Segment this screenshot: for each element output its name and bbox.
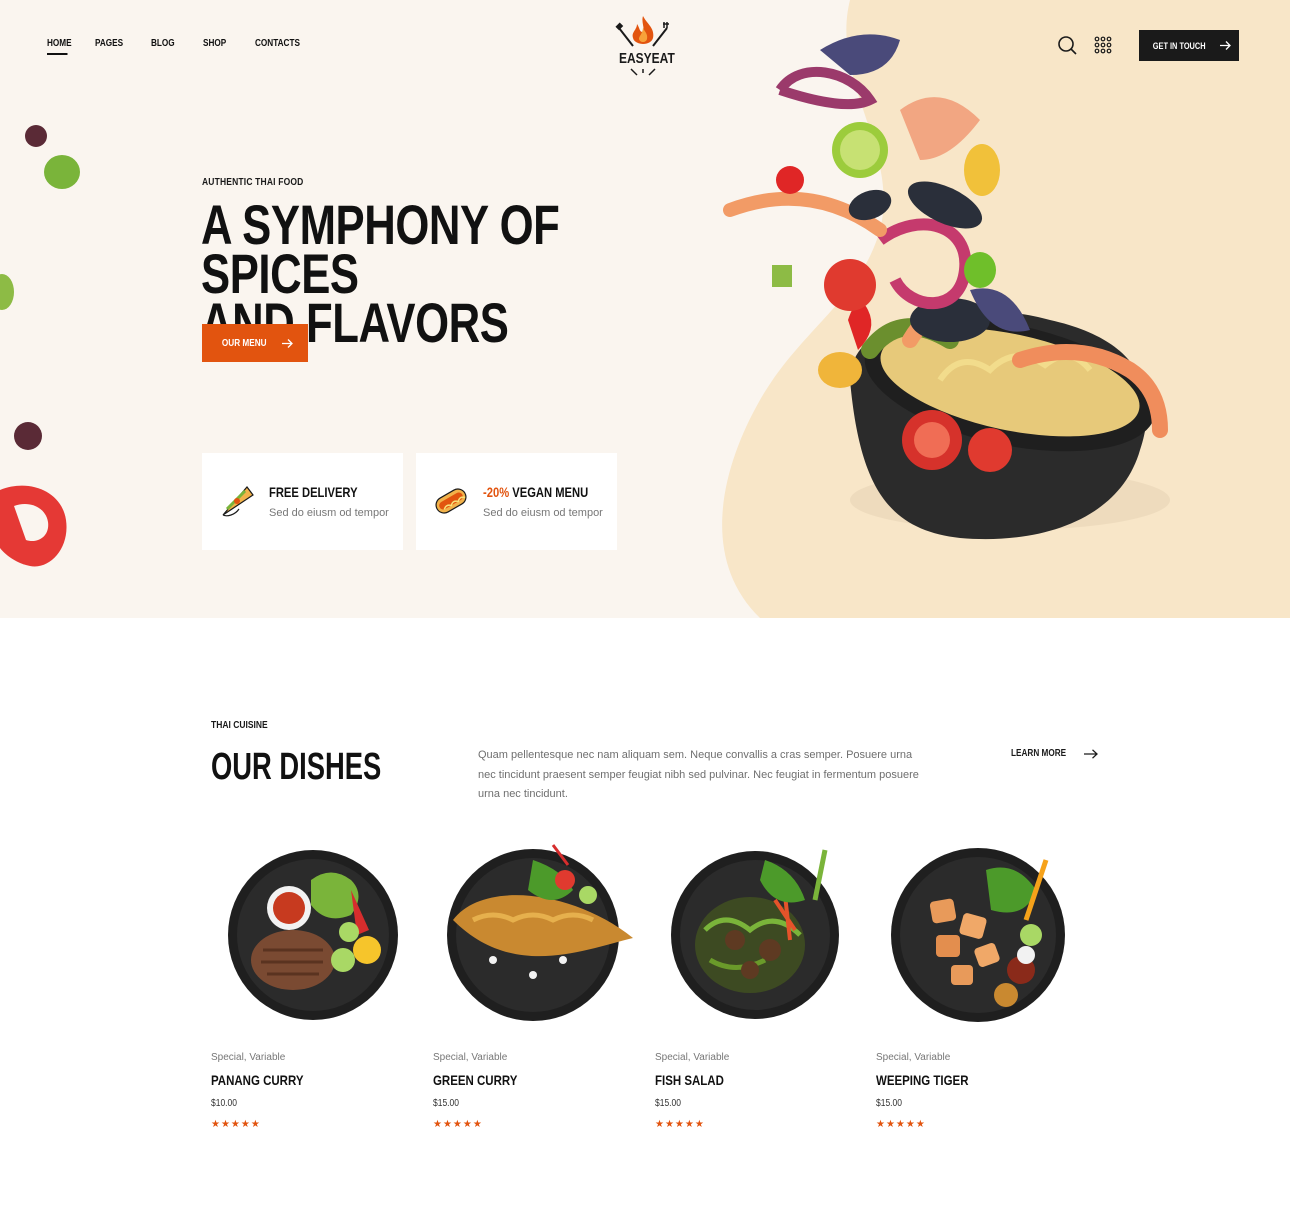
feature-card-vegan: -20% VEGAN MENU Sed do eiusm od tempor	[416, 453, 617, 550]
rating-stars: ★★★★★	[211, 1119, 261, 1130]
dish-category: Special, Variable	[655, 1052, 730, 1063]
hotdog-icon	[435, 488, 467, 514]
section-description: Quam pellentesque nec nam aliquam sem. N…	[478, 749, 919, 800]
brand-name: EASYEAT	[619, 50, 675, 67]
section-title: OUR DISHES	[211, 746, 382, 788]
get-in-touch-button[interactable]: GET IN TOUCH	[1139, 30, 1239, 61]
nav-item-pages[interactable]: PAGES	[95, 38, 123, 49]
dish-price: $15.00	[876, 1098, 903, 1109]
dish-category: Special, Variable	[211, 1052, 286, 1063]
hero-section: HOME PAGES BLOG SHOP CONTACTS EASYEAT GE…	[0, 0, 1290, 618]
dish-image	[447, 844, 633, 1021]
feature-title: FREE DELIVERY	[269, 484, 358, 500]
grid-dots-icon[interactable]	[1093, 35, 1113, 55]
flame-logo-icon	[615, 16, 669, 47]
dish-name[interactable]: FISH SALAD	[655, 1072, 724, 1088]
main-nav: HOME PAGES BLOG SHOP CONTACTS	[47, 38, 309, 55]
our-menu-label: OUR MENU	[222, 337, 267, 349]
learn-more-link[interactable]: LEARN MORE	[1011, 748, 1099, 759]
dish-name[interactable]: GREEN CURRY	[433, 1072, 517, 1088]
feature-title-text: VEGAN MENU	[512, 484, 589, 500]
feature-title: -20% VEGAN MENU	[483, 484, 588, 500]
dish-image	[891, 848, 1065, 1022]
dish-image	[671, 849, 839, 1019]
dish-image	[228, 850, 398, 1020]
olive-decoration	[25, 125, 47, 147]
rating-stars: ★★★★★	[655, 1119, 705, 1130]
rating-stars: ★★★★★	[433, 1119, 483, 1130]
dish-price: $15.00	[655, 1098, 682, 1109]
arrow-right-icon	[1084, 748, 1099, 759]
feature-card-delivery: FREE DELIVERY Sed do eiusm od tempor	[202, 453, 403, 550]
logo-crossed-utensils-icon	[630, 68, 656, 76]
arrow-right-icon	[281, 338, 293, 348]
rating-stars: ★★★★★	[876, 1119, 926, 1130]
learn-more-label: LEARN MORE	[1011, 748, 1067, 759]
taco-icon	[222, 486, 254, 517]
nav-item-blog[interactable]: BLOG	[151, 38, 175, 49]
dish-price: $15.00	[433, 1098, 460, 1109]
our-menu-button[interactable]: OUR MENU	[202, 324, 308, 362]
dish-name[interactable]: PANANG CURRY	[211, 1072, 303, 1088]
hero-food-bowl-image	[723, 34, 1170, 540]
feature-discount: -20%	[483, 484, 510, 500]
hero-title-line1: A SYMPHONY OF SPICES	[201, 193, 560, 305]
dish-price: $10.00	[211, 1098, 238, 1109]
get-in-touch-label: GET IN TOUCH	[1153, 40, 1206, 51]
dish-category: Special, Variable	[433, 1052, 508, 1063]
brand-logo[interactable]: EASYEAT	[613, 14, 675, 76]
dish-category: Special, Variable	[876, 1052, 951, 1063]
nav-item-shop[interactable]: SHOP	[203, 38, 226, 49]
nav-item-home[interactable]: HOME	[47, 38, 72, 55]
feature-description: Sed do eiusm od tempor	[483, 507, 603, 519]
section-eyebrow: THAI CUISINE	[211, 720, 268, 731]
hero-eyebrow: AUTHENTIC THAI FOOD	[202, 177, 304, 188]
search-icon[interactable]	[1057, 35, 1077, 55]
dish-name[interactable]: WEEPING TIGER	[876, 1072, 968, 1088]
nav-item-contacts[interactable]: CONTACTS	[255, 38, 300, 49]
feature-description: Sed do eiusm od tempor	[269, 507, 389, 519]
arrow-right-icon	[1219, 41, 1231, 50]
